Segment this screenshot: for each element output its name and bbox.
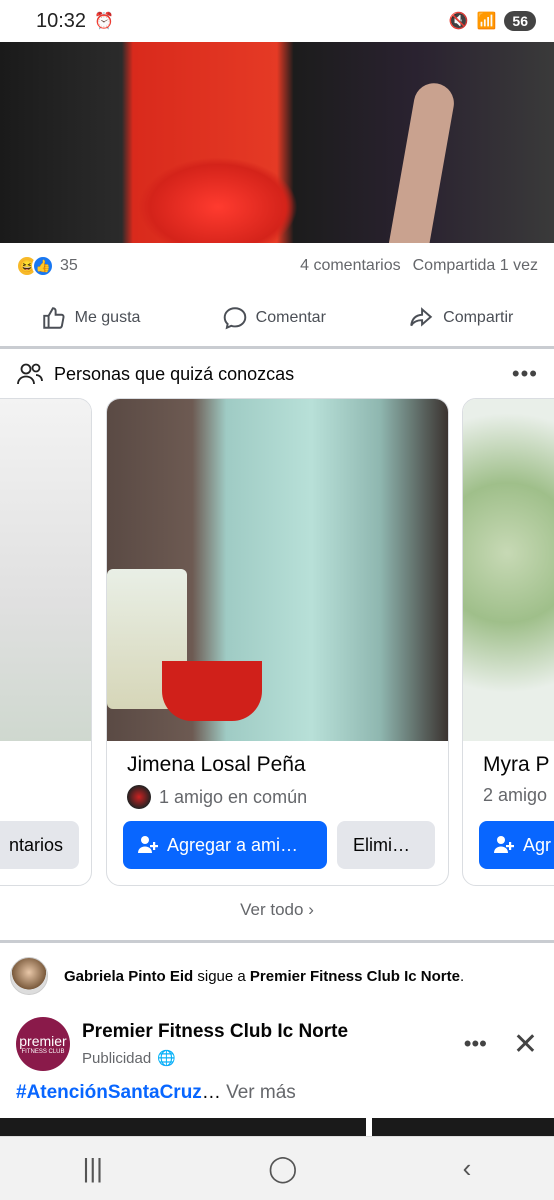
remove-button[interactable]: Elimi…	[337, 821, 435, 869]
globe-icon: 🌐	[157, 1050, 176, 1067]
chevron-right-icon: ›	[308, 900, 314, 919]
logo-subtext: FITNESS CLUB	[21, 1049, 65, 1055]
section-divider	[0, 346, 554, 349]
see-more-link[interactable]: Ver más	[226, 1082, 296, 1103]
hashtag-link[interactable]: #AtenciónSantaCruz	[16, 1082, 202, 1103]
ad-media-item[interactable]	[372, 1118, 554, 1138]
ellipsis: …	[201, 1082, 227, 1103]
mutual-friends-label: 2 amigo	[483, 785, 548, 805]
sponsored-label: Publicidad	[82, 1049, 152, 1067]
thumbs-up-icon	[42, 307, 65, 329]
mutual-friends-label: 1 amigo en común	[159, 786, 308, 807]
followed-page-name[interactable]: Premier Fitness Club Ic Norte	[250, 968, 460, 985]
status-bar: 10:32 ⏰ 🔇 📶 56	[0, 0, 554, 42]
mutual-friends[interactable]: 2 amigo	[483, 785, 547, 806]
add-friend-label: Agr	[523, 834, 552, 855]
remove-label: ntarios	[8, 834, 63, 855]
suggestion-name[interactable]: Myra P	[483, 753, 550, 777]
tattooed-arm	[382, 80, 458, 243]
page-logo[interactable]: premier FITNESS CLUB	[16, 1017, 70, 1071]
follow-story: Gabriela Pinto Eid sigue a Premier Fitne…	[10, 956, 544, 996]
add-friend-button[interactable]: Agregar a ami…	[123, 821, 327, 869]
like-icon: 👍	[32, 255, 54, 277]
see-all-label: Ver todo	[240, 900, 304, 919]
follow-text: Gabriela Pinto Eid sigue a Premier Fitne…	[64, 968, 464, 985]
mute-icon: 🔇	[448, 13, 469, 30]
suggestion-photo[interactable]	[107, 399, 448, 741]
add-friend-icon	[138, 836, 158, 853]
more-options-icon[interactable]: •••	[464, 1031, 487, 1057]
add-friend-button[interactable]: Agr	[479, 821, 554, 869]
mutual-friends[interactable]: 1 amigo en común	[127, 785, 307, 809]
share-label: Compartir	[443, 309, 514, 326]
comment-button[interactable]: Comentar	[222, 305, 326, 331]
close-icon[interactable]: ✕	[513, 1027, 538, 1062]
mutual-friend-avatar	[127, 785, 151, 809]
ad-meta: Publicidad 🌐	[82, 1049, 348, 1068]
suggestion-photo[interactable]	[0, 399, 91, 741]
reaction-icons[interactable]: 😆 👍	[16, 255, 54, 277]
share-icon	[410, 307, 433, 327]
reactions-row: 😆 👍 35 4 comentarios Compartida 1 vez	[16, 250, 538, 282]
comment-label: Comentar	[255, 309, 326, 326]
ad-media[interactable]	[0, 1118, 554, 1138]
like-button[interactable]: Me gusta	[41, 305, 141, 331]
suggestion-card[interactable]: ntarios	[0, 398, 92, 886]
suggestion-card[interactable]: Myra P 2 amigo Agr	[462, 398, 554, 886]
reaction-count[interactable]: 35	[60, 257, 78, 275]
ad-header: premier FITNESS CLUB Premier Fitness Clu…	[16, 1014, 538, 1074]
logo-text: premier	[19, 1033, 67, 1049]
suggestion-name[interactable]: Jimena Losal Peña	[127, 753, 306, 777]
alarm-icon: ⏰	[94, 13, 114, 30]
recent-apps-icon[interactable]: |||	[83, 1153, 103, 1184]
comments-count[interactable]: 4 comentarios	[300, 257, 401, 275]
pymk-header: Personas que quizá conozcas •••	[16, 356, 538, 392]
follow-end: .	[459, 967, 465, 985]
wifi-icon: 📶	[476, 13, 497, 30]
pymk-title: Personas que quizá conozcas	[54, 363, 295, 384]
suggestion-card[interactable]: Jimena Losal Peña 1 amigo en común Agreg…	[106, 398, 449, 886]
section-divider	[0, 940, 554, 943]
suggestion-photo[interactable]	[463, 399, 554, 741]
basin-shape	[162, 661, 262, 721]
system-nav-bar: ||| ◯ ‹	[0, 1136, 554, 1200]
like-label: Me gusta	[74, 309, 141, 326]
home-icon[interactable]: ◯	[268, 1153, 297, 1184]
more-options-icon[interactable]: •••	[512, 361, 538, 387]
ad-caption: #AtenciónSantaCruz… Ver más	[16, 1082, 296, 1104]
ad-page-name[interactable]: Premier Fitness Club Ic Norte	[82, 1021, 348, 1043]
status-time: 10:32	[36, 9, 87, 32]
feather-detail	[138, 157, 298, 243]
comment-icon	[223, 307, 246, 330]
remove-button[interactable]: ntarios	[0, 821, 79, 869]
add-friend-icon	[494, 836, 514, 853]
remove-label: Elimi…	[353, 834, 410, 855]
back-icon[interactable]: ‹	[463, 1153, 472, 1184]
see-all-link[interactable]: Ver todo ›	[0, 900, 554, 920]
post-image[interactable]	[0, 42, 554, 243]
follow-verb: sigue a	[193, 967, 250, 985]
share-button[interactable]: Compartir	[407, 305, 513, 331]
post-actions: Me gusta Comentar Compartir	[0, 290, 554, 346]
avatar[interactable]	[10, 957, 48, 995]
shares-count[interactable]: Compartida 1 vez	[413, 257, 538, 275]
follower-name[interactable]: Gabriela Pinto Eid	[64, 968, 193, 985]
add-friend-label: Agregar a ami…	[167, 834, 299, 855]
ad-media-item[interactable]	[0, 1118, 366, 1138]
people-icon	[17, 363, 43, 385]
battery-indicator: 56	[504, 11, 536, 31]
